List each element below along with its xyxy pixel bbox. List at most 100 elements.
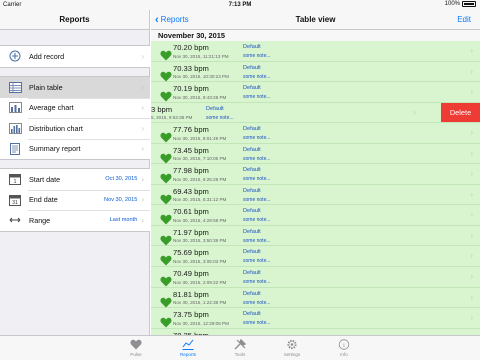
tab-reports[interactable]: Reports (162, 336, 214, 360)
heart-icon (160, 48, 172, 61)
range-value: Last month (109, 217, 138, 224)
record-row[interactable]: 71.97 bpm Nov 30, 2015, 3:50:39 PM Default… (151, 225, 480, 247)
record-row[interactable]: 70.20 bpm Nov 30, 2015, 11:21:13 PM Defaul… (151, 41, 480, 62)
info-icon: i (338, 339, 350, 350)
start-date-row[interactable]: 1 Start date Oct 30, 2015 › (0, 169, 150, 190)
heart-icon (160, 274, 172, 287)
chevron-right-icon: › (470, 66, 473, 76)
report-icon (8, 142, 22, 155)
record-date: 5, 2015, 9:53:38 PM (151, 115, 193, 121)
record-row[interactable]: 73.45 bpm Nov 30, 2015, 7:10:05 PM Default… (151, 143, 480, 165)
record-row[interactable]: 70.33 bpm Nov 30, 2015, 10:30:23 PM Defaul… (151, 61, 480, 83)
heart-icon (130, 339, 142, 350)
chevron-right-icon: › (470, 189, 473, 199)
svg-text:i: i (343, 343, 345, 349)
chevron-right-icon: › (470, 292, 473, 302)
record-row[interactable]: 75.69 bpm Nov 30, 2015, 3:05:03 PM Default… (151, 246, 480, 268)
tab-bar: Pulse Reports Tools Settings i Info (0, 335, 480, 360)
bpm-value: 73.45 bpm (173, 145, 209, 155)
record-type: Default (243, 249, 261, 256)
heart-icon (160, 253, 172, 266)
chevron-right-icon: › (470, 230, 473, 240)
delete-button[interactable]: Delete (441, 102, 480, 123)
record-row[interactable]: 69.43 bpm Nov 30, 2015, 5:31:12 PM Default… (151, 184, 480, 206)
record-row[interactable]: 70.61 bpm Nov 30, 2015, 4:29:58 PM Default… (151, 205, 480, 226)
chevron-right-icon: › (470, 148, 473, 158)
tab-info-label: Info (340, 352, 348, 357)
plain-table-row[interactable]: Plain table › (0, 77, 150, 98)
distribution-chart-icon (8, 122, 22, 134)
bpm-value: 75.69 bpm (173, 248, 209, 258)
chevron-right-icon: › (470, 87, 473, 97)
record-type: Default (243, 208, 261, 215)
master-title: Reports (0, 10, 149, 30)
record-row[interactable]: 77.98 bpm Nov 30, 2015, 6:25:28 PM Default… (151, 164, 480, 185)
bpm-value: 71.97 bpm (173, 227, 209, 237)
tab-tools[interactable]: Tools (214, 336, 266, 360)
record-type: Default (243, 270, 261, 277)
bar-chart-icon (8, 102, 22, 114)
add-record-row[interactable]: Add record › (0, 46, 150, 67)
record-row[interactable]: 70.49 bpm Nov 30, 2015, 2:09:22 PM Default… (151, 267, 480, 288)
table-icon (8, 81, 22, 93)
chevron-right-icon: › (470, 169, 473, 179)
add-group: Add record › (0, 45, 150, 68)
heart-icon (160, 69, 172, 82)
start-date-value: Oct 30, 2015 (105, 176, 138, 183)
detail-navbar: ‹ Reports Table view Edit (151, 10, 480, 30)
heart-icon (160, 315, 172, 328)
record-note: some note... (243, 135, 271, 142)
battery-indicator: 100% (445, 1, 476, 7)
record-note: some note... (243, 299, 271, 306)
summary-report-label: Summary report (29, 144, 81, 154)
record-note: some note... (243, 217, 271, 224)
record-note: some note... (243, 237, 271, 244)
record-date: Nov 30, 2015, 10:30:23 PM (173, 74, 229, 80)
tools-icon (234, 339, 246, 350)
add-circle-icon (8, 50, 22, 62)
svg-text:1: 1 (14, 179, 17, 185)
record-type: Default (243, 64, 261, 71)
heart-icon (160, 171, 172, 184)
distribution-chart-row[interactable]: Distribution chart › (0, 118, 150, 139)
plain-table-label: Plain table (29, 82, 63, 92)
record-type: Default (243, 85, 261, 92)
summary-report-row[interactable]: Summary report › (0, 138, 150, 160)
record-row[interactable]: 3 bpm 5, 2015, 9:53:38 PM Default some note… (151, 102, 480, 124)
bpm-value: 70.49 bpm (173, 269, 209, 279)
record-note: some note... (243, 155, 271, 162)
chevron-right-icon: › (141, 51, 144, 61)
end-date-label: End date (29, 195, 58, 205)
heart-icon (160, 295, 172, 308)
tab-tools-label: Tools (234, 352, 246, 357)
tab-reports-label: Reports (179, 352, 197, 357)
heart-icon (160, 151, 172, 164)
record-row[interactable]: 70.19 bpm Nov 30, 2015, 9:43:28 PM Default… (151, 82, 480, 103)
range-icon (8, 214, 22, 226)
edit-button[interactable]: Edit (457, 10, 471, 30)
tab-info[interactable]: i Info (318, 336, 370, 360)
chevron-right-icon: › (470, 272, 473, 282)
record-date: Nov 30, 2015, 3:50:39 PM (173, 238, 227, 244)
gear-icon (287, 339, 297, 350)
tab-settings[interactable]: Settings (266, 336, 318, 360)
range-row[interactable]: Range Last month › (0, 210, 150, 231)
record-row[interactable]: 73.75 bpm Nov 30, 2015, 12:29:06 PM Defaul… (151, 308, 480, 329)
bpm-value: 77.76 bpm (173, 125, 209, 135)
heart-icon (160, 233, 172, 246)
chevron-right-icon: › (470, 313, 473, 323)
record-date: Nov 30, 2015, 6:25:28 PM (173, 176, 227, 182)
end-date-row[interactable]: 31 End date Nov 30, 2015 › (0, 189, 150, 211)
record-type: Default (243, 44, 261, 50)
record-date: Nov 30, 2015, 11:21:13 PM (173, 53, 229, 59)
tab-pulse[interactable]: Pulse (110, 336, 162, 360)
record-date: Nov 30, 2015, 7:10:05 PM (173, 156, 227, 162)
section-header: November 30, 2015 (151, 30, 480, 41)
clock: 7:13 PM (228, 2, 252, 8)
record-row[interactable]: 77.76 bpm Nov 30, 2015, 8:01:49 PM Default… (151, 123, 480, 144)
record-row[interactable]: 81.81 bpm Nov 30, 2015, 1:22:38 PM Default… (151, 287, 480, 309)
chevron-right-icon: › (141, 174, 144, 184)
record-note: some note... (243, 279, 271, 286)
average-chart-row[interactable]: Average chart › (0, 97, 150, 119)
record-type: Default (206, 105, 224, 112)
